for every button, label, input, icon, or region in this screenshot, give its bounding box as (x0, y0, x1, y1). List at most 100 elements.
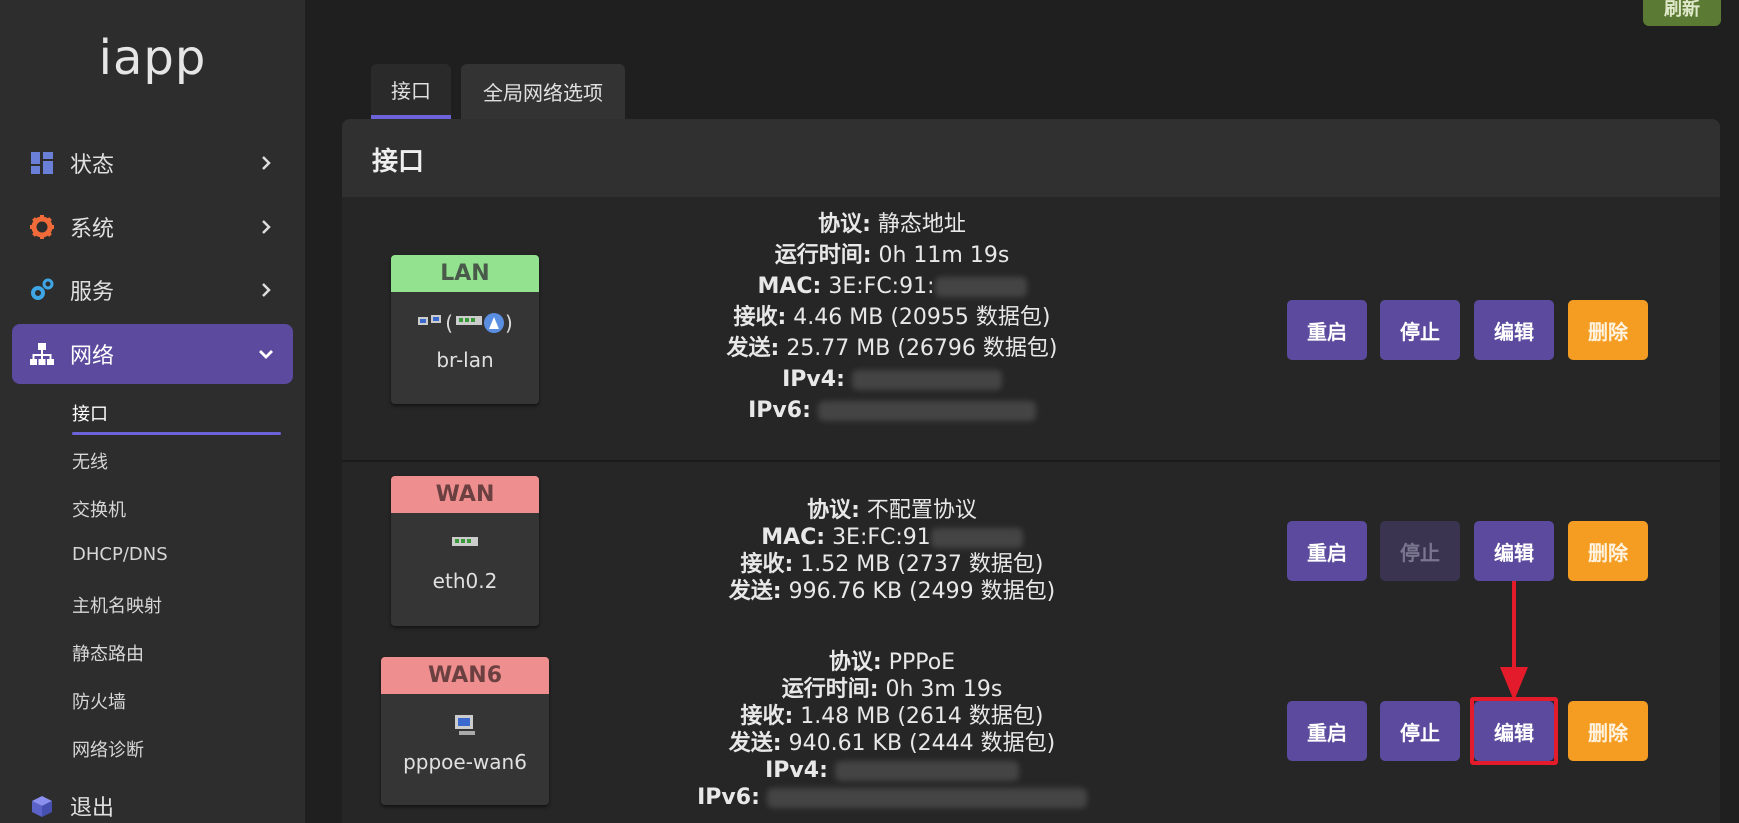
interface-name: WAN (391, 476, 539, 513)
interface-name: LAN (391, 255, 539, 292)
rx-label: 接收: (733, 305, 787, 330)
rx-value: 1.52 MB (2737 数据包) (800, 552, 1044, 577)
delete-button-wan[interactable]: 删除 (1568, 521, 1648, 581)
interface-card-wan[interactable]: WAN eth0.2 (391, 476, 539, 626)
mac-label: MAC: (761, 525, 826, 550)
chevron-right-icon (257, 154, 275, 172)
active-indicator (72, 432, 281, 435)
uptime-value: 0h 3m 19s (885, 677, 1003, 702)
uptime-value: 0h 11m 19s (878, 243, 1010, 268)
tx-label: 发送: (726, 336, 780, 361)
refresh-button[interactable]: 刷新 (1643, 0, 1721, 26)
interface-device: br-lan (436, 348, 494, 372)
stop-button-lan[interactable]: 停止 (1380, 300, 1460, 360)
brand-logo[interactable]: iapp (0, 30, 305, 86)
stop-button-wan[interactable]: 停止 (1380, 521, 1460, 581)
wireless-icon (484, 313, 504, 333)
delete-button-wan6[interactable]: 删除 (1568, 701, 1648, 761)
edit-button-wan[interactable]: 编辑 (1474, 521, 1554, 581)
delete-button-lan[interactable]: 删除 (1568, 300, 1648, 360)
restart-button-lan[interactable]: 重启 (1287, 300, 1367, 360)
tab-interfaces[interactable]: 接口 (371, 64, 451, 119)
menu-item-status[interactable]: 状态 (12, 133, 293, 193)
interface-name: WAN6 (381, 657, 549, 694)
ipv6-label: IPv6: (748, 398, 811, 423)
tab-global-options[interactable]: 全局网络选项 (461, 64, 625, 119)
port-icons (381, 714, 549, 736)
submenu-firewall[interactable]: 防火墙 (72, 688, 126, 714)
tx-value: 996.76 KB (2499 数据包) (788, 579, 1056, 604)
ipv4-label: IPv4: (782, 367, 845, 392)
rx-value: 1.48 MB (2614 数据包) (800, 704, 1044, 729)
tx-label: 发送: (728, 579, 782, 604)
uptime-label: 运行时间: (781, 677, 879, 702)
menu-label-services: 服务 (70, 280, 115, 305)
interface-device: eth0.2 (432, 569, 498, 593)
tx-value: 25.77 MB (26796 数据包) (786, 336, 1058, 361)
arrow-annotation-icon (1500, 581, 1528, 701)
interface-device: pppoe-wan6 (403, 750, 527, 774)
menu-item-system[interactable]: 系统 (12, 197, 293, 257)
protocol-label: 协议: (807, 498, 860, 523)
redacted-mac (930, 528, 1023, 548)
menu-label-network: 网络 (70, 344, 115, 369)
submenu-static-routes[interactable]: 静态路由 (72, 640, 144, 666)
interface-info-wan6: 协议: PPPoE 运行时间: 0h 3m 19s 接收: 1.48 MB (2… (632, 649, 1152, 811)
port-icons: ( ) (391, 311, 539, 335)
protocol-value: PPPoE (888, 650, 956, 675)
uptime-label: 运行时间: (774, 243, 872, 268)
panel-title: 接口 (372, 147, 425, 177)
network-icon (28, 340, 56, 368)
protocol-label: 协议: (828, 650, 882, 675)
menu-item-services[interactable]: 服务 (12, 260, 293, 320)
mac-value: 3E:FC:91: (828, 274, 935, 299)
interface-card-lan[interactable]: LAN ( ) br-lan (391, 255, 539, 404)
submenu-diagnostics[interactable]: 网络诊断 (72, 736, 144, 762)
redacted-ipv4 (834, 761, 1019, 781)
redacted-ipv6 (817, 401, 1036, 421)
interface-info-wan: 协议: 不配置协议 MAC: 3E:FC:91 接收: 1.52 MB (273… (692, 497, 1092, 605)
submenu-interfaces[interactable]: 接口 (72, 400, 108, 426)
restart-button-wan[interactable]: 重启 (1287, 521, 1367, 581)
rx-label: 接收: (740, 552, 794, 577)
mac-value: 3E:FC:91 (832, 525, 931, 550)
menu-label-logout: 退出 (70, 796, 115, 821)
cube-icon (28, 792, 56, 820)
ipv6-label: IPv6: (697, 785, 760, 810)
port-icons (391, 533, 539, 555)
interface-card-wan6[interactable]: WAN6 pppoe-wan6 (381, 657, 549, 805)
edit-button-lan[interactable]: 编辑 (1474, 300, 1554, 360)
submenu-hostnames[interactable]: 主机名映射 (72, 592, 162, 618)
switch-port-icon (452, 537, 478, 546)
menu-item-logout[interactable]: 退出 (12, 776, 293, 823)
redacted-ipv4 (851, 370, 1002, 390)
protocol-value: 静态地址 (877, 212, 966, 237)
redacted-mac (934, 277, 1027, 297)
redacted-ipv6 (766, 788, 1087, 808)
menu-label-status: 状态 (70, 153, 115, 178)
services-icon (28, 276, 56, 304)
stop-button-wan6[interactable]: 停止 (1380, 701, 1460, 761)
chevron-down-icon (257, 345, 275, 363)
tx-value: 940.61 KB (2444 数据包) (788, 731, 1056, 756)
menu-item-network[interactable]: 网络 (12, 324, 293, 384)
highlight-annotation (1470, 697, 1558, 765)
tunnel-icon (455, 715, 475, 735)
protocol-label: 协议: (818, 212, 871, 237)
mac-label: MAC: (757, 274, 822, 299)
protocol-value: 不配置协议 (866, 498, 977, 523)
sidebar: iapp 状态 系统 服务 网络 接口 无线 交换机 DHCP/DNS 主机名映… (0, 0, 305, 823)
submenu-wireless[interactable]: 无线 (72, 448, 108, 474)
ipv4-label: IPv4: (765, 758, 828, 783)
switch-port-icon (456, 316, 482, 325)
panel-header: 接口 (342, 119, 1720, 197)
restart-button-wan6[interactable]: 重启 (1287, 701, 1367, 761)
interfaces-panel: 接口 LAN ( ) br-lan 协议: 静态地址 运行时间: 0h 11m … (342, 119, 1720, 823)
submenu-dhcp-dns[interactable]: DHCP/DNS (72, 544, 168, 565)
chevron-right-icon (257, 281, 275, 299)
menu-label-system: 系统 (70, 217, 115, 242)
rx-value: 4.46 MB (20955 数据包) (793, 305, 1051, 330)
interface-info-lan: 协议: 静态地址 运行时间: 0h 11m 19s MAC: 3E:FC:91:… (692, 209, 1092, 426)
chevron-right-icon (257, 218, 275, 236)
submenu-switch[interactable]: 交换机 (72, 496, 126, 522)
